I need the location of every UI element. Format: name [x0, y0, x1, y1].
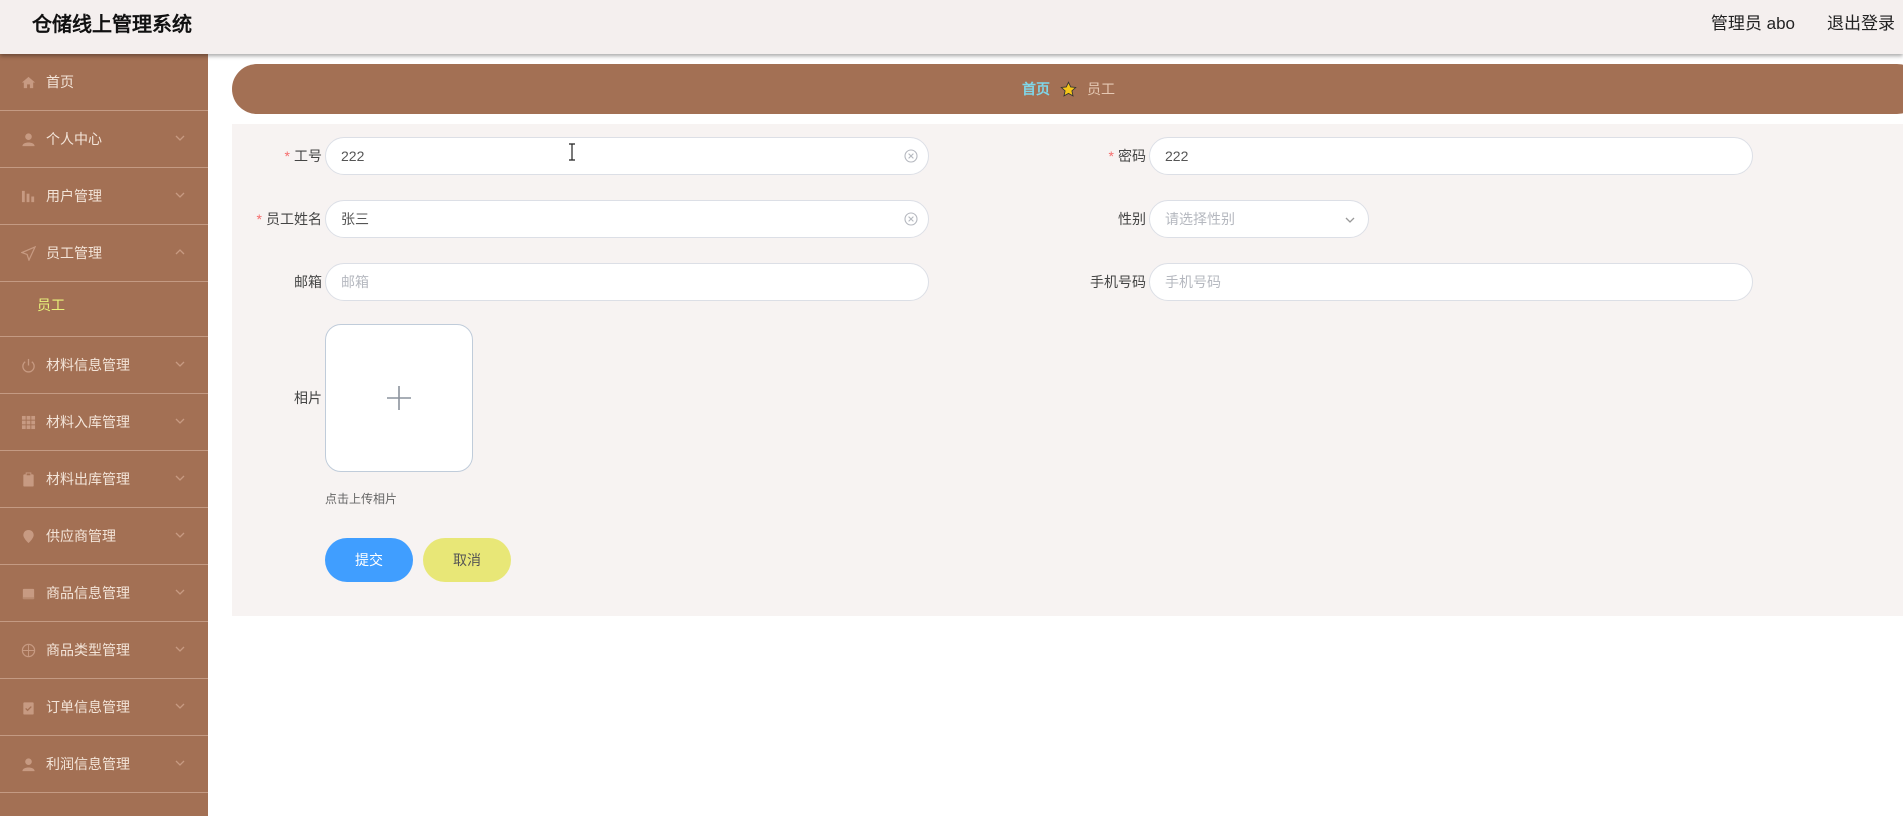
sidebar-item-profit-info[interactable]: 利润信息管理	[0, 736, 208, 793]
sidebar-item-home[interactable]: 首页	[0, 54, 208, 111]
breadcrumb: 首页 员工	[232, 64, 1903, 114]
chevron-down-icon	[175, 135, 185, 141]
sidebar-item-label: 首页	[46, 74, 74, 90]
box-icon	[21, 586, 36, 601]
sidebar-item-label: 供应商管理	[46, 528, 116, 544]
gender-select[interactable]	[1149, 200, 1369, 238]
password-label-text: 密码	[1118, 148, 1146, 164]
sidebar-item-label: 员工管理	[46, 245, 102, 261]
power-icon	[21, 358, 36, 373]
top-header: 仓储线上管理系统 管理员 abo 退出登录	[0, 0, 1903, 54]
submit-button[interactable]: 提交	[325, 538, 413, 582]
chevron-down-icon	[175, 532, 185, 538]
phone-input[interactable]	[1165, 264, 1717, 300]
sidebar-item-personal-center[interactable]: 个人中心	[0, 111, 208, 168]
required-mark: *	[256, 211, 262, 227]
sidebar-item-label: 订单信息管理	[46, 699, 130, 715]
chevron-down-icon	[175, 418, 185, 424]
email-input[interactable]	[341, 264, 893, 300]
photo-upload[interactable]	[325, 324, 473, 472]
sidebar: 首页 个人中心 用户管理 员工管理 员工 材料信息管理 材料入库管理 材料出库管…	[0, 54, 208, 816]
text-cursor-icon	[569, 143, 575, 161]
employee-name-label-text: 员工姓名	[266, 211, 322, 227]
password-input[interactable]	[1165, 138, 1717, 174]
password-label: * 密码	[1056, 136, 1146, 176]
clear-icon[interactable]	[904, 212, 918, 226]
chevron-down-icon	[175, 192, 185, 198]
paper-plane-icon	[21, 246, 36, 261]
logout-link[interactable]: 退出登录	[1827, 0, 1895, 48]
chevron-down-icon	[175, 760, 185, 766]
password-field[interactable]	[1149, 137, 1753, 175]
grid-icon	[21, 415, 36, 430]
sidebar-item-employee-management[interactable]: 员工管理	[0, 225, 208, 282]
user-icon	[21, 132, 36, 147]
sidebar-item-product-info[interactable]: 商品信息管理	[0, 565, 208, 622]
employee-name-input[interactable]	[341, 201, 893, 237]
gender-select-input[interactable]	[1165, 201, 1333, 237]
user-icon	[21, 757, 36, 772]
sidebar-item-label: 个人中心	[46, 131, 102, 147]
upload-hint: 点击上传相片	[325, 492, 398, 506]
employee-no-field[interactable]	[325, 137, 929, 175]
email-field[interactable]	[325, 263, 929, 301]
clipboard-check-icon	[21, 700, 36, 715]
basketball-icon	[21, 643, 36, 658]
app-title: 仓储线上管理系统	[32, 14, 192, 36]
chevron-down-icon	[1345, 217, 1355, 223]
current-user: 管理员 abo	[1710, 14, 1795, 33]
sidebar-item-label: 商品类型管理	[46, 642, 130, 658]
sidebar-item-label: 利润信息管理	[46, 756, 130, 772]
location-icon	[21, 529, 36, 544]
chevron-down-icon	[175, 361, 185, 367]
cancel-button[interactable]: 取消	[423, 538, 511, 582]
gender-label: 性别	[1118, 211, 1146, 227]
chevron-down-icon	[175, 646, 185, 652]
employee-name-field[interactable]	[325, 200, 929, 238]
breadcrumb-current: 员工	[1087, 81, 1115, 97]
employee-no-label-text: 工号	[294, 148, 322, 164]
employee-form: *工号 *密码 *员工姓名 性别 邮箱 手机号码 相片	[232, 124, 1903, 616]
sidebar-subitem-label: 员工	[37, 297, 65, 313]
sidebar-item-label: 材料出库管理	[46, 471, 130, 487]
sidebar-item-label: 商品信息管理	[46, 585, 130, 601]
home-icon	[21, 75, 36, 90]
chevron-down-icon	[175, 475, 185, 481]
sidebar-item-label: 材料入库管理	[46, 414, 130, 430]
required-mark: *	[1108, 148, 1114, 164]
chevron-down-icon	[175, 589, 185, 595]
email-label: 邮箱	[294, 274, 322, 290]
sidebar-item-supplier[interactable]: 供应商管理	[0, 508, 208, 565]
star-icon	[1060, 80, 1077, 98]
sidebar-item-material-outbound[interactable]: 材料出库管理	[0, 451, 208, 508]
breadcrumb-inner: 首页 员工	[1022, 64, 1115, 114]
plus-icon	[387, 386, 411, 410]
sidebar-item-product-type[interactable]: 商品类型管理	[0, 622, 208, 679]
clipboard-icon	[21, 472, 36, 487]
sidebar-item-label: 材料信息管理	[46, 357, 130, 373]
sidebar-item-order-info[interactable]: 订单信息管理	[0, 679, 208, 736]
sidebar-item-material-inbound[interactable]: 材料入库管理	[0, 394, 208, 451]
employee-name-label: * 员工姓名	[232, 199, 322, 239]
chart-icon	[21, 189, 36, 204]
clear-icon[interactable]	[904, 149, 918, 163]
employee-no-label: * 工号	[232, 136, 322, 176]
chevron-up-icon	[175, 249, 185, 255]
sidebar-item-user-management[interactable]: 用户管理	[0, 168, 208, 225]
chevron-down-icon	[175, 703, 185, 709]
employee-no-input[interactable]	[341, 138, 893, 174]
photo-label: 相片	[294, 390, 322, 406]
breadcrumb-home-link[interactable]: 首页	[1022, 79, 1050, 99]
sidebar-subitem-employee[interactable]: 员工	[0, 282, 208, 337]
sidebar-item-label: 用户管理	[46, 188, 102, 204]
phone-label: 手机号码	[1090, 274, 1146, 290]
phone-field[interactable]	[1149, 263, 1753, 301]
required-mark: *	[284, 148, 290, 164]
sidebar-item-material-info[interactable]: 材料信息管理	[0, 337, 208, 394]
